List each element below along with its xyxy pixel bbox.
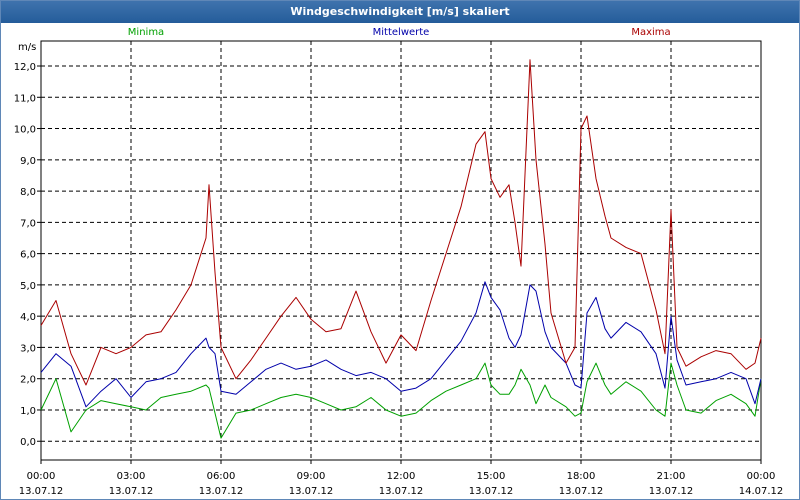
x-ticks: 00:00 13.07.12 03:00 13.07.12 06:00 13.07.12 0…	[19, 460, 784, 497]
x-tick-date: 13.07.12	[109, 486, 154, 497]
y-tick-label: 0,0	[20, 437, 36, 448]
x-tick-time: 06:00	[207, 471, 236, 482]
x-tick-date: 13.07.12	[289, 486, 334, 497]
y-tick-label: 10,0	[14, 125, 36, 136]
y-tick-label: 5,0	[20, 281, 36, 292]
x-tick-date: 13.07.12	[649, 486, 694, 497]
x-tick-time: 00:00	[747, 471, 776, 482]
y-tick-label: 7,0	[20, 218, 36, 229]
x-tick-date: 13.07.12	[19, 486, 64, 497]
y-ticks: 0,0 1,0 2,0 3,0 4,0 5,0 6,0 7,0 8,0 9,0 10,0 11,0 12…	[14, 62, 41, 448]
y-tick-label: 11,0	[14, 93, 36, 104]
y-axis-label: m/s	[18, 42, 36, 53]
x-tick-time: 12:00	[387, 471, 416, 482]
y-tick-label: 8,0	[20, 187, 36, 198]
chart-plot: m/s Minima Mittelwerte Maxima 0,0 1,0 2,0 3…	[14, 27, 784, 497]
y-tick-label: 9,0	[20, 156, 36, 167]
x-tick-date: 13.07.12	[199, 486, 244, 497]
x-tick-date: 13.07.12	[379, 486, 424, 497]
legend-minima: Minima	[128, 27, 164, 38]
y-tick-label: 6,0	[20, 250, 36, 261]
legend-mittelwerte: Mittelwerte	[373, 27, 430, 38]
x-tick-time: 15:00	[477, 471, 506, 482]
x-tick-time: 18:00	[567, 471, 596, 482]
plot-frame	[40, 40, 762, 461]
y-tick-label: 12,0	[14, 62, 36, 73]
y-tick-label: 3,0	[20, 343, 36, 354]
y-tick-label: 1,0	[20, 406, 36, 417]
x-tick-time: 09:00	[297, 471, 326, 482]
x-tick-date: 13.07.12	[559, 486, 604, 497]
y-tick-label: 4,0	[20, 312, 36, 323]
x-tick-time: 03:00	[117, 471, 146, 482]
legend-maxima: Maxima	[631, 27, 670, 38]
x-tick-time: 00:00	[27, 471, 56, 482]
x-tick-date: 13.07.12	[469, 486, 514, 497]
x-tick-time: 21:00	[657, 471, 686, 482]
y-tick-label: 2,0	[20, 375, 36, 386]
x-tick-date: 14.07.12	[739, 486, 784, 497]
